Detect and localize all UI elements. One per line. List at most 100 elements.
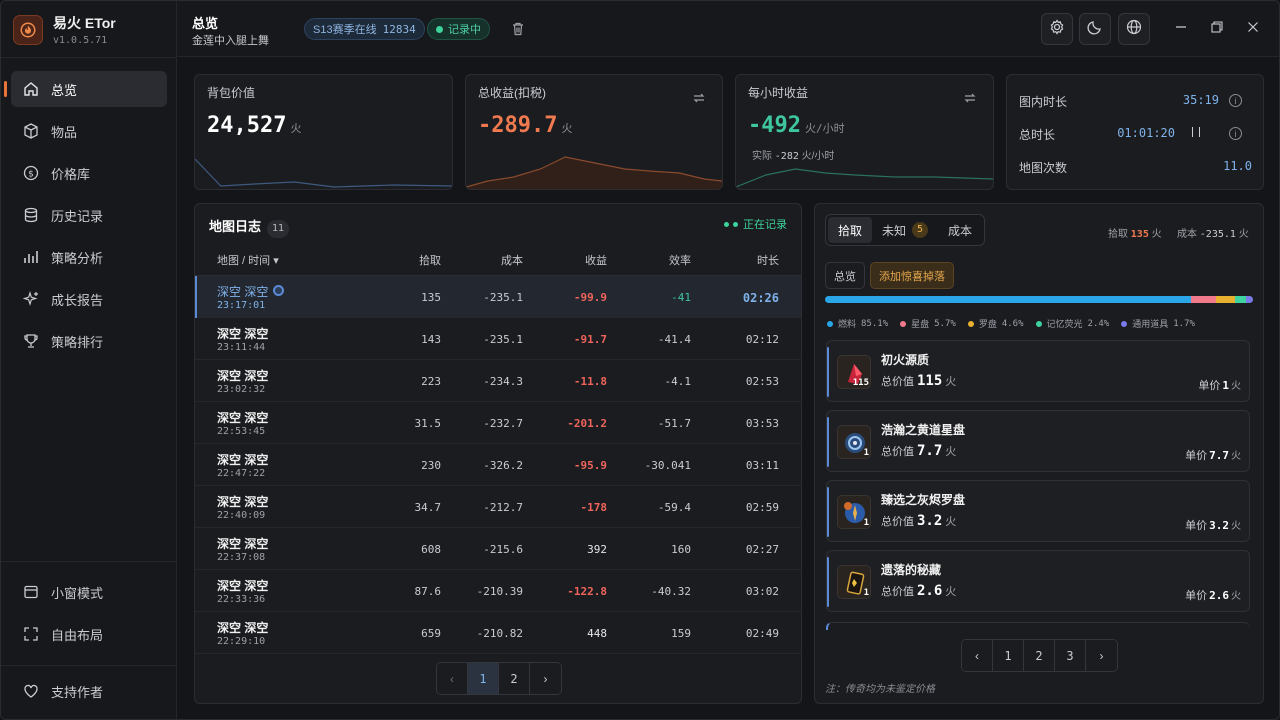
nav-label: 历史记录 <box>51 208 104 224</box>
maximize-button[interactable] <box>1207 19 1227 39</box>
close-icon <box>1247 20 1259 38</box>
nav-label: 策略分析 <box>51 250 104 266</box>
swap-icon[interactable] <box>963 91 977 105</box>
hourly-profit-value: -492 火/小时 <box>748 113 845 138</box>
page-button[interactable]: 2 <box>1024 640 1055 671</box>
info-icon[interactable]: i <box>1229 127 1242 140</box>
item-qty: 1 <box>863 448 869 458</box>
prev-page-button[interactable]: ‹ <box>437 663 468 694</box>
bottom-nav: 小窗模式 自由布局 <box>11 574 167 658</box>
tab-unknown[interactable]: 未知 5 <box>872 217 938 243</box>
language-button[interactable] <box>1118 13 1150 45</box>
nav-item-ranking[interactable]: 策略排行 <box>11 323 167 359</box>
recording-label: 记录中 <box>448 24 481 36</box>
prev-page-button[interactable]: ‹ <box>962 640 993 671</box>
settings-button[interactable] <box>1041 13 1073 45</box>
overview-button[interactable]: 总览 <box>825 262 865 289</box>
share-segment <box>1235 296 1246 303</box>
map-log-title: 地图日志 11 <box>209 216 290 238</box>
col-pick[interactable]: 拾取 <box>395 252 441 268</box>
support-label: 支持作者 <box>51 684 104 700</box>
total-profit-card: 总收益(扣税) -289.7 火 <box>465 74 723 190</box>
table-row[interactable]: 深空 深空 23:11:44 143 -235.1 -91.7 -41.4 02:12 <box>195 318 801 360</box>
nav-item-overview[interactable]: 总览 <box>4 71 167 107</box>
next-page-button[interactable]: › <box>530 663 561 694</box>
table-row[interactable]: 深空 深空 22:40:09 34.7 -212.7 -178 -59.4 02:59 <box>195 486 801 528</box>
legend-item: 通用道具 1.7% <box>1121 317 1195 330</box>
efficiency-cell: -30.041 <box>644 459 691 472</box>
efficiency-cell: -41 <box>671 291 691 304</box>
legend-dot-icon <box>1035 320 1042 327</box>
page-button[interactable]: 2 <box>499 663 530 694</box>
duration-cell: 02:49 <box>745 627 779 640</box>
map-count-label: 地图次数 <box>1019 161 1068 175</box>
swap-icon[interactable] <box>692 91 706 105</box>
page-button[interactable]: 1 <box>993 640 1024 671</box>
nav-item-history[interactable]: 历史记录 <box>11 197 167 233</box>
nav-item-items[interactable]: 物品 <box>11 113 167 149</box>
page-button[interactable]: 1 <box>468 663 499 694</box>
profit-cell: -11.8 <box>573 375 607 388</box>
cost-cell: -210.39 <box>476 585 523 598</box>
drop-item[interactable]: 1 臻选之灰烬罗盘 总价值 3.2 火 单价 3.2 火 <box>826 480 1250 542</box>
cost-cell: -232.7 <box>483 417 523 430</box>
close-button[interactable] <box>1243 19 1263 39</box>
pause-icon[interactable] <box>1192 127 1200 137</box>
minimize-button[interactable] <box>1171 19 1191 39</box>
table-row[interactable]: 深空 深空 22:37:08 608 -215.6 392 160 02:27 <box>195 528 801 570</box>
legend-dot-icon <box>967 320 974 327</box>
support-author-button[interactable]: 支持作者 <box>11 673 167 709</box>
drop-item[interactable]: 1 遗落的秘藏 总价值 2.6 火 单价 2.6 火 <box>826 550 1250 612</box>
table-row[interactable]: 深空 深空 22:29:10 659 -210.82 448 159 02:49 <box>195 612 801 654</box>
item-unit-price: 单价 3.2 火 <box>1185 519 1241 532</box>
col-map-time[interactable]: 地图 / 时间 ▾ <box>217 252 279 268</box>
in-map-time-label: 图内时长 <box>1019 95 1068 109</box>
duration-cell: 02:27 <box>745 543 779 556</box>
add-surprise-drop-button[interactable]: 添加惊喜掉落 <box>870 262 954 289</box>
theme-toggle-button[interactable] <box>1079 13 1111 45</box>
drops-pagination: ‹ 1 2 3 › <box>961 639 1118 672</box>
table-row[interactable]: 深空 深空 23:02:32 223 -234.3 -11.8 -4.1 02:53 <box>195 360 801 402</box>
map-name: 深空 深空 <box>217 579 269 593</box>
cost-summary: 成本 -235.1 火 <box>1177 229 1249 240</box>
share-segment <box>1245 296 1253 303</box>
info-icon[interactable]: i <box>1229 94 1242 107</box>
map-name: 深空 深空 <box>217 369 269 383</box>
svg-text:$: $ <box>28 170 34 180</box>
col-profit[interactable]: 收益 <box>555 252 607 268</box>
tab-cost[interactable]: 成本 <box>938 217 982 243</box>
map-time: 23:17:01 <box>217 300 266 311</box>
map-name: 深空 深空 <box>217 537 269 551</box>
col-cost[interactable]: 成本 <box>475 252 523 268</box>
duration-cell: 03:02 <box>745 585 779 598</box>
share-segment <box>825 296 1192 303</box>
drop-item[interactable]: 115 初火源质 总价值 115 火 单价 1 火 <box>826 340 1250 402</box>
table-row[interactable]: 深空 深空 22:47:22 230 -326.2 -95.9 -30.041 03:11 <box>195 444 801 486</box>
nav-item-growth[interactable]: 成长报告 <box>11 281 167 317</box>
col-duration[interactable]: 时长 <box>725 252 779 268</box>
dollar-icon: $ <box>23 165 39 181</box>
table-row[interactable]: 深空 深空 22:33:36 87.6 -210.39 -122.8 -40.32 03:0… <box>195 570 801 612</box>
page-button[interactable]: 3 <box>1055 640 1086 671</box>
drops-tabs: 拾取 未知 5 成本 <box>825 214 986 246</box>
table-row[interactable]: 深空 深空 23:17:01 135 -235.1 -99.9 -41 02:26 <box>195 276 801 318</box>
nav-label: 价格库 <box>51 166 91 182</box>
pick-cell: 87.6 <box>414 585 442 598</box>
next-page-button[interactable]: › <box>1086 640 1117 671</box>
item-name: 浩瀚之黄道星盘 <box>881 423 966 437</box>
table-row[interactable]: 深空 深空 22:53:45 31.5 -232.7 -201.2 -51.7 03:53 <box>195 402 801 444</box>
trash-icon[interactable] <box>510 21 526 37</box>
item-thumbnail-icon: 1 <box>837 425 871 459</box>
nav-item-mini-window[interactable]: 小窗模式 <box>11 574 167 610</box>
nav-label: 小窗模式 <box>51 585 104 601</box>
item-total: 总价值 2.6 火 <box>881 583 957 599</box>
tab-pickup[interactable]: 拾取 <box>828 217 873 243</box>
col-efficiency[interactable]: 效率 <box>635 252 691 268</box>
total-profit-sparkline <box>466 156 722 189</box>
cost-cell: -210.82 <box>476 627 523 640</box>
nav-item-free-layout[interactable]: 自由布局 <box>11 616 167 652</box>
nav-item-strategy[interactable]: 策略分析 <box>11 239 167 275</box>
nav-item-price-db[interactable]: $ 价格库 <box>11 155 167 191</box>
drop-item[interactable]: 1 浩瀚之黄道星盘 总价值 7.7 火 单价 7.7 火 <box>826 410 1250 472</box>
brand: 易火 ETor v1.0.5.71 <box>13 13 116 46</box>
